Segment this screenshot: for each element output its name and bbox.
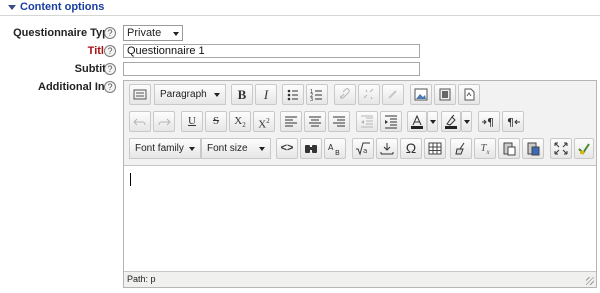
background-color-dropdown[interactable] <box>461 111 472 132</box>
image-icon[interactable] <box>410 84 432 105</box>
media-icon[interactable] <box>434 84 456 105</box>
title-label: Title* <box>0 45 115 57</box>
chevron-down-icon <box>259 147 265 151</box>
font-size-select[interactable]: Font size <box>201 138 271 159</box>
spellcheck-icon[interactable] <box>574 138 594 159</box>
svg-text:¶: ¶ <box>487 116 494 129</box>
align-right-icon[interactable] <box>328 111 350 132</box>
align-left-icon[interactable] <box>280 111 302 132</box>
bullet-list-icon[interactable] <box>282 84 304 105</box>
section-header[interactable]: Content options <box>0 0 600 16</box>
numbered-list-icon[interactable]: 123 <box>306 84 328 105</box>
link-icon[interactable] <box>334 84 356 105</box>
font-family-select[interactable]: Font family <box>129 138 201 159</box>
svg-text:a: a <box>363 147 367 155</box>
section-title[interactable]: Content options <box>20 1 104 13</box>
table-icon[interactable] <box>424 138 446 159</box>
additional-info-label: Additional Info <box>38 81 115 93</box>
help-icon[interactable]: ? <box>104 63 116 75</box>
strikethrough-button[interactable]: S <box>205 111 227 132</box>
rich-text-editor: Paragraph B I 123 U S X2 X2 ¶ ¶ Font fam… <box>123 80 597 288</box>
rtl-direction-icon[interactable]: ¶ <box>502 111 524 132</box>
unlink-icon[interactable] <box>358 84 380 105</box>
italic-button[interactable]: I <box>255 84 277 105</box>
help-icon[interactable]: ? <box>104 45 116 57</box>
chevron-down-icon <box>189 147 195 151</box>
format-select-value: Paragraph <box>160 89 207 100</box>
clean-up-icon[interactable] <box>450 138 472 159</box>
text-caret <box>130 173 131 186</box>
font-family-select-value: Font family <box>135 143 184 154</box>
insert-character-icon[interactable] <box>376 138 398 159</box>
paste-text-icon[interactable] <box>498 138 520 159</box>
chevron-down-icon <box>214 93 220 97</box>
element-path: Path: p <box>127 274 156 284</box>
anchor-icon[interactable] <box>382 84 404 105</box>
svg-text:A: A <box>328 143 334 152</box>
background-color-icon[interactable] <box>441 111 461 132</box>
subtitle-input[interactable] <box>123 62 420 76</box>
format-select[interactable]: Paragraph <box>154 84 226 105</box>
chevron-down-icon <box>173 32 179 36</box>
bold-button[interactable]: B <box>231 84 253 105</box>
chevron-down-icon <box>463 120 470 124</box>
html-source-icon[interactable]: <> <box>276 138 298 159</box>
text-color-icon[interactable] <box>407 111 427 132</box>
resize-handle-icon[interactable] <box>586 277 594 285</box>
questionnaire-type-select[interactable]: Private <box>123 25 183 41</box>
toolbar-toggle-icon[interactable] <box>129 84 151 105</box>
title-input[interactable]: Questionnaire 1 <box>123 44 420 58</box>
svg-text:¶: ¶ <box>507 116 514 129</box>
paste-word-icon[interactable] <box>522 138 544 159</box>
collapse-arrow-icon[interactable] <box>8 5 16 10</box>
help-icon[interactable]: ? <box>104 81 116 93</box>
fullscreen-icon[interactable] <box>550 138 572 159</box>
chevron-down-icon <box>429 120 436 124</box>
svg-text:B: B <box>335 149 340 157</box>
text-color-dropdown[interactable] <box>427 111 438 132</box>
editor-content-area[interactable] <box>124 165 596 271</box>
replace-icon[interactable]: AB <box>324 138 346 159</box>
svg-text:3: 3 <box>310 97 313 103</box>
outdent-icon[interactable] <box>356 111 378 132</box>
indent-icon[interactable] <box>380 111 402 132</box>
help-icon[interactable]: ? <box>104 27 116 39</box>
file-picker-icon[interactable] <box>458 84 480 105</box>
undo-icon[interactable] <box>129 111 151 132</box>
questionnaire-type-label: Questionnaire Type <box>13 27 115 39</box>
ltr-direction-icon[interactable]: ¶ <box>478 111 500 132</box>
subtitle-label: Subtitle <box>74 63 115 75</box>
special-character-button[interactable]: Ω <box>400 138 422 159</box>
font-size-select-value: Font size <box>207 143 248 154</box>
questionnaire-type-value: Private <box>127 27 162 39</box>
editor-toolbar: Paragraph B I 123 U S X2 X2 ¶ ¶ Font fam… <box>124 81 596 164</box>
clear-formatting-button[interactable]: Tx <box>474 138 496 159</box>
equation-icon[interactable]: a <box>352 138 374 159</box>
superscript-button[interactable]: X2 <box>253 111 275 132</box>
editor-status-bar: Path: p <box>124 271 596 287</box>
align-center-icon[interactable] <box>304 111 326 132</box>
find-icon[interactable] <box>300 138 322 159</box>
underline-button[interactable]: U <box>181 111 203 132</box>
redo-icon[interactable] <box>153 111 175 132</box>
subscript-button[interactable]: X2 <box>229 111 251 132</box>
